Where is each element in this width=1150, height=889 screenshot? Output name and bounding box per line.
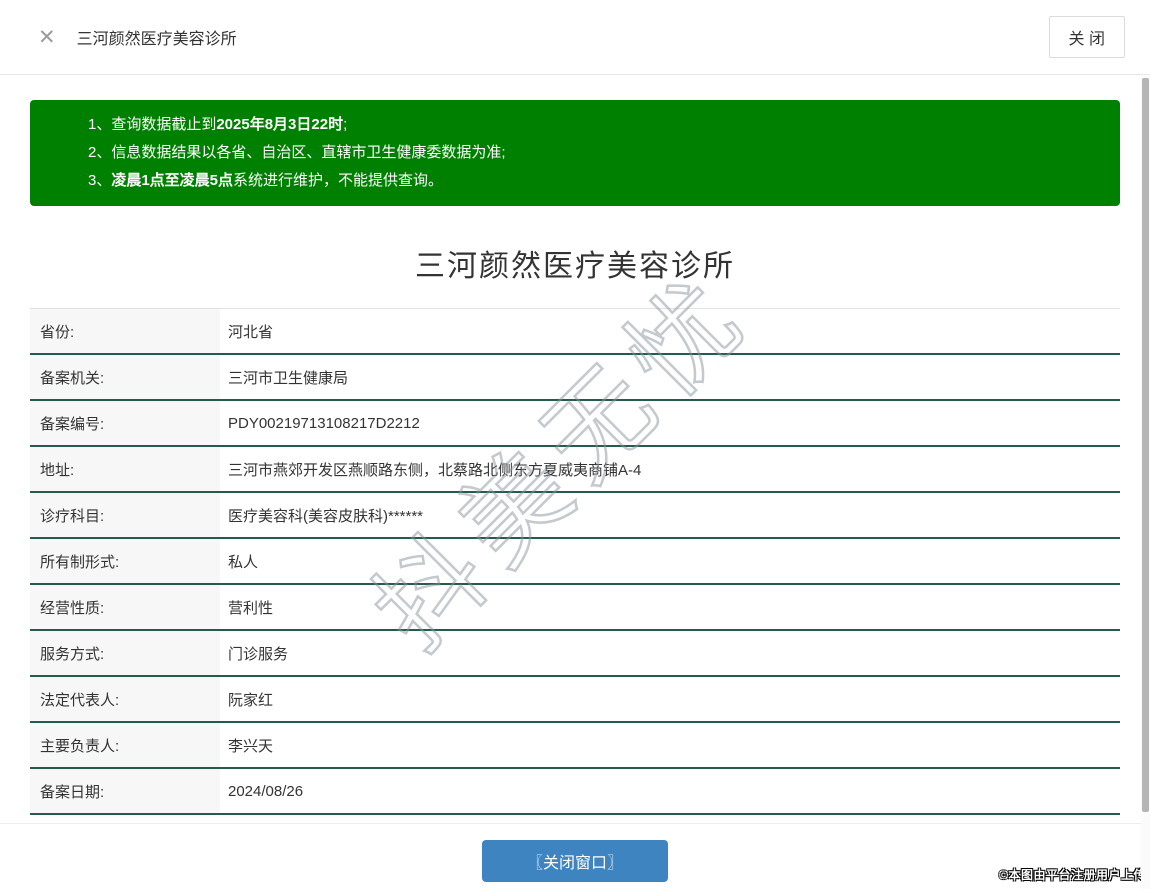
notice-line-2: 2、信息数据结果以各省、自治区、直辖市卫生健康委数据为准;: [88, 139, 1100, 167]
notice-line-3: 3、凌晨1点至凌晨5点系统进行维护，不能提供查询。: [88, 167, 1100, 195]
table-row: 服务方式: 门诊服务: [30, 631, 1120, 677]
page-title: 三河颜然医疗美容诊所: [415, 250, 735, 283]
close-icon[interactable]: ✕: [38, 27, 56, 48]
field-label: 备案日期:: [30, 769, 220, 813]
close-button[interactable]: 关 闭: [1048, 16, 1125, 58]
field-label: 主要负责人:: [30, 723, 220, 767]
field-label: 诊疗科目:: [30, 493, 220, 537]
field-label: 备案编号:: [30, 401, 220, 445]
notice-bold-text: 凌晨1点至凌晨5点: [111, 172, 234, 189]
field-value: 三河市燕郊开发区燕顺路东侧，北蔡路北侧东方夏威夷商铺A-4: [228, 461, 642, 479]
notice-line-1: 1、查询数据截止到2025年8月3日22时;: [88, 111, 1100, 139]
field-label: 服务方式:: [30, 631, 220, 675]
table-row: 备案机关: 三河市卫生健康局: [30, 355, 1120, 401]
top-bar: ✕ 三河颜然医疗美容诊所 关 闭: [0, 0, 1150, 75]
table-row: 备案日期: 2024/08/26: [30, 769, 1120, 815]
upload-stamp: ©本图由平台注册用户上传: [999, 868, 1146, 882]
scrollbar-thumb[interactable]: [1142, 78, 1149, 812]
window-title: 三河颜然医疗美容诊所: [76, 31, 237, 48]
field-value: 门诊服务: [228, 645, 289, 663]
footer: 〖关闭窗口〗: [0, 840, 1150, 882]
field-label: 地址:: [30, 447, 220, 491]
field-value: 三河市卫生健康局: [228, 369, 349, 387]
table-row: 所有制形式: 私人: [30, 539, 1120, 585]
table-row: 备案编号: PDY00219713108217D2212: [30, 401, 1120, 447]
notice-bold-text: 2025年8月3日22时: [216, 116, 344, 133]
field-value: 河北省: [228, 323, 274, 341]
notice-text: 2、信息数据结果以各省、自治区、直辖市卫生健康委数据为准;: [88, 144, 506, 161]
table-row: 法定代表人: 阮家红: [30, 677, 1120, 723]
table-row: 诊疗科目: 医疗美容科(美容皮肤科)******: [30, 493, 1120, 539]
notice-text: 3、: [88, 172, 112, 189]
scrollbar-track[interactable]: [1141, 76, 1150, 889]
notice-text: ;: [343, 116, 348, 133]
notice-text: 1、查询数据截止到: [88, 116, 217, 133]
main-content: 1、查询数据截止到2025年8月3日22时; 2、信息数据结果以各省、自治区、直…: [0, 100, 1150, 815]
field-value: 2024/08/26: [228, 782, 304, 800]
field-label: 经营性质:: [30, 585, 220, 629]
field-value: PDY00219713108217D2212: [228, 414, 420, 432]
field-label: 备案机关:: [30, 355, 220, 399]
table-row: 主要负责人: 李兴天: [30, 723, 1120, 769]
field-label: 省份:: [30, 309, 220, 353]
table-row: 经营性质: 营利性: [30, 585, 1120, 631]
info-table: 省份: 河北省 备案机关: 三河市卫生健康局 备案编号: PDY00219713…: [30, 308, 1120, 815]
field-value: 医疗美容科(美容皮肤科)******: [228, 507, 424, 525]
field-label: 所有制形式:: [30, 539, 220, 583]
field-value: 营利性: [228, 599, 274, 617]
field-value: 李兴天: [228, 737, 274, 755]
footer-divider: [0, 823, 1150, 824]
notice-text: 系统进行维护，不能提供查询。: [233, 172, 444, 189]
field-label: 法定代表人:: [30, 677, 220, 721]
field-value: 阮家红: [228, 691, 274, 709]
close-window-button[interactable]: 〖关闭窗口〗: [481, 840, 668, 882]
notice-box: 1、查询数据截止到2025年8月3日22时; 2、信息数据结果以各省、自治区、直…: [30, 100, 1120, 206]
table-row: 省份: 河北省: [30, 309, 1120, 355]
table-row: 地址: 三河市燕郊开发区燕顺路东侧，北蔡路北侧东方夏威夷商铺A-4: [30, 447, 1120, 493]
field-value: 私人: [228, 553, 259, 571]
